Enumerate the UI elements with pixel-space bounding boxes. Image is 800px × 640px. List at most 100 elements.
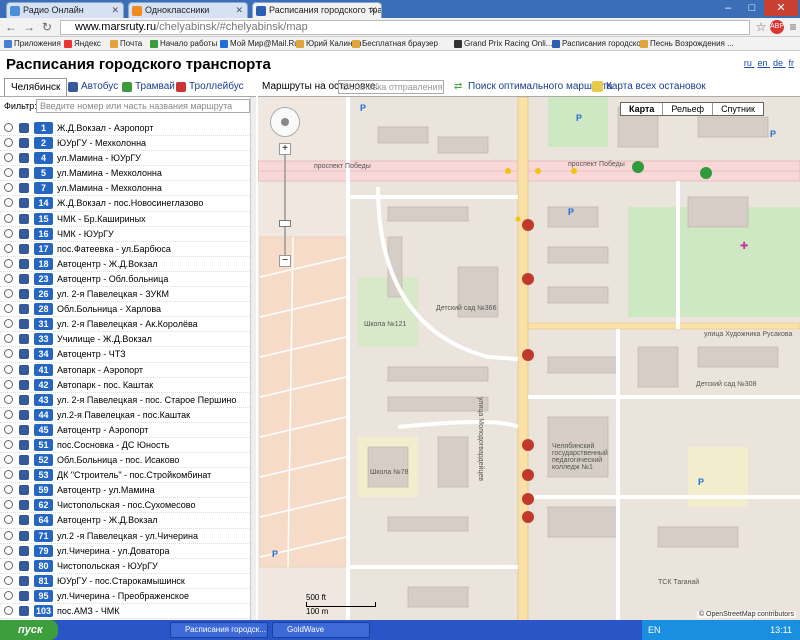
route-name[interactable]: Обл.Больница - Харлова (57, 303, 161, 315)
tab-trolley[interactable]: Троллейбус (176, 78, 244, 96)
bookmark-item[interactable]: Grand Prix Racing Onli... (454, 39, 552, 48)
route-row[interactable]: 62 Чистопольская - пос.Сухомесово (0, 498, 256, 514)
browser-tab-active[interactable]: Расписания городского тра ✕ (252, 2, 382, 18)
magnifier-icon[interactable] (4, 590, 13, 600)
magnifier-icon[interactable] (4, 455, 13, 465)
taskbar-item-browser[interactable]: Расписания городск... (170, 622, 268, 638)
route-name[interactable]: Автопарк - пос. Каштак (57, 379, 153, 391)
magnifier-icon[interactable] (4, 123, 13, 132)
magnifier-icon[interactable] (4, 394, 13, 404)
route-row[interactable]: 41 Автопарк - Аэропорт (0, 363, 256, 378)
route-row[interactable]: 64 Автоцентр - Ж.Д.Вокзал (0, 513, 256, 529)
adblock-icon[interactable]: ABP (770, 20, 784, 34)
maximize-icon[interactable]: □ (740, 0, 764, 16)
route-name[interactable]: Автоцентр - ул.Мамина (57, 484, 155, 496)
magnifier-icon[interactable] (4, 485, 13, 495)
magnifier-icon[interactable] (4, 349, 13, 359)
taskbar-item-goldwave[interactable]: GoldWave (272, 622, 370, 638)
route-name[interactable]: ул.2 -я Павелецкая - ул.Чичерина (57, 530, 198, 542)
route-name[interactable]: пос.АМЗ - ЧМК (57, 605, 120, 617)
pan-control[interactable] (270, 107, 300, 137)
magnifier-icon[interactable] (4, 560, 13, 570)
magnifier-icon[interactable] (4, 213, 13, 223)
route-name[interactable]: ДК "Строитель" - пос.Стройкомбинат (57, 469, 211, 481)
tab-tram[interactable]: Трамвай (122, 78, 175, 96)
route-name[interactable]: ЮУрГУ - пос.Старокамышинск (57, 575, 185, 587)
magnifier-icon[interactable] (4, 364, 13, 374)
route-row[interactable]: 103 пос.АМЗ - ЧМК (0, 604, 256, 620)
zoom-slider[interactable] (279, 155, 291, 255)
route-row[interactable]: 14 Ж.Д.Вокзал - пос.Новосинеглазово (0, 196, 256, 212)
magnifier-icon[interactable] (4, 138, 13, 148)
magnifier-icon[interactable] (4, 243, 13, 253)
back-icon[interactable]: ← (4, 20, 18, 34)
route-name[interactable]: Автоцентр - Ж.Д.Вокзал (57, 514, 158, 526)
menu-icon[interactable]: ≡ (786, 20, 800, 34)
browser-tab[interactable]: Радио Онлайн ✕ (6, 2, 124, 18)
route-name[interactable]: Чистопольская - ЮУрГУ (57, 560, 158, 572)
route-row[interactable]: 95 ул.Чичерина - Преображенское (0, 589, 256, 604)
lang-en-link[interactable]: en (757, 58, 767, 68)
lang-de-link[interactable]: de (773, 58, 783, 68)
route-name[interactable]: ул. 2-я Павелецкая - ЗУКМ (57, 288, 169, 300)
magnifier-icon[interactable] (4, 515, 13, 525)
route-name[interactable]: ЧМК - Бр.Кашириных (57, 213, 146, 225)
magnifier-icon[interactable] (4, 198, 13, 208)
zoom-in-button[interactable]: + (279, 143, 291, 155)
magnifier-icon[interactable] (4, 319, 13, 329)
map-attribution[interactable]: © OpenStreetMap contributors (696, 611, 796, 618)
route-row[interactable]: 45 Автоцентр - Аэропорт (0, 423, 256, 438)
route-name[interactable]: ул.Чичерина - ул.Доватора (57, 545, 170, 557)
zoom-handle[interactable] (279, 220, 291, 227)
route-name[interactable]: пос.Сосновка - ДС Юность (57, 439, 169, 451)
magnifier-icon[interactable] (4, 273, 13, 283)
magnifier-icon[interactable] (4, 424, 13, 434)
tab-city[interactable]: Челябинск (4, 78, 68, 96)
route-name[interactable]: ЮУрГУ - Мехколонна (57, 137, 146, 149)
url-field[interactable]: www.marsruty.ru/chelyabinsk/#chelyabinsk… (60, 20, 750, 35)
all-stops-link[interactable]: Карта всех остановок (592, 78, 706, 96)
language-indicator[interactable]: EN (648, 620, 661, 640)
bookmark-item[interactable]: Яндекс (64, 39, 101, 48)
close-window-icon[interactable]: ✕ (764, 0, 798, 16)
lang-ru-link[interactable]: ru (744, 58, 752, 68)
route-name[interactable]: Ж.Д.Вокзал - пос.Новосинеглазово (57, 197, 203, 209)
close-tab-icon[interactable]: ✕ (235, 5, 243, 16)
route-name[interactable]: Автоцентр - Ж.Д.Вокзал (57, 258, 158, 270)
magnifier-icon[interactable] (4, 153, 13, 163)
magnifier-icon[interactable] (4, 439, 13, 449)
route-row[interactable]: 23 Автоцентр - Обл.больница (0, 272, 256, 288)
reload-icon[interactable]: ↻ (40, 20, 54, 34)
route-row[interactable]: 2 ЮУрГУ - Мехколонна (0, 136, 256, 152)
route-name[interactable]: Автоцентр - Аэропорт (57, 424, 148, 436)
magnifier-icon[interactable] (4, 500, 13, 510)
star-icon[interactable]: ☆ (754, 20, 768, 34)
magnifier-icon[interactable] (4, 575, 13, 585)
route-name[interactable]: ул.Чичерина - Преображенское (57, 590, 189, 602)
route-name[interactable]: ул. 2-я Павелецкая - Ак.Королёва (57, 318, 198, 330)
route-row[interactable]: 52 Обл.Больница - пос. Исаково (0, 453, 256, 469)
route-search-link[interactable]: ⇄ Поиск оптимального маршрута (454, 78, 612, 96)
map-type-terrain-button[interactable]: Рельеф (662, 103, 712, 115)
route-name[interactable]: ул.Мамина - ЮУрГУ (57, 152, 141, 164)
route-row[interactable]: 17 пос.Фатеевка - ул.Барбюса (0, 242, 256, 257)
magnifier-icon[interactable] (4, 258, 13, 268)
route-name[interactable]: ул.Мамина - Мехколонна (57, 182, 162, 194)
magnifier-icon[interactable] (4, 334, 13, 344)
route-name[interactable]: ЧМК - ЮУрГУ (57, 228, 114, 240)
magnifier-icon[interactable] (4, 168, 13, 178)
route-row[interactable]: 31 ул. 2-я Павелецкая - Ак.Королёва (0, 317, 256, 333)
route-row[interactable]: 28 Обл.Больница - Харлова (0, 302, 256, 318)
bookmark-item[interactable]: Приложения (4, 39, 61, 48)
route-name[interactable]: Автоцентр - Обл.больница (57, 273, 168, 285)
route-name[interactable]: ул.2-я Павелецкая - пос.Каштак (57, 409, 190, 421)
route-name[interactable]: ул.Мамина - Мехколонна (57, 167, 162, 179)
route-row[interactable]: 59 Автоцентр - ул.Мамина (0, 483, 256, 499)
route-row[interactable]: 1 Ж.Д.Вокзал - Аэропорт (0, 121, 256, 137)
scrollbar[interactable] (250, 97, 256, 620)
forward-icon[interactable]: → (22, 20, 36, 34)
route-name[interactable]: Чистопольская - пос.Сухомесово (57, 499, 195, 511)
route-row[interactable]: 81 ЮУрГУ - пос.Старокамышинск (0, 574, 256, 589)
close-tab-icon[interactable]: ✕ (369, 5, 377, 16)
route-row[interactable]: 7 ул.Мамина - Мехколонна (0, 181, 256, 197)
